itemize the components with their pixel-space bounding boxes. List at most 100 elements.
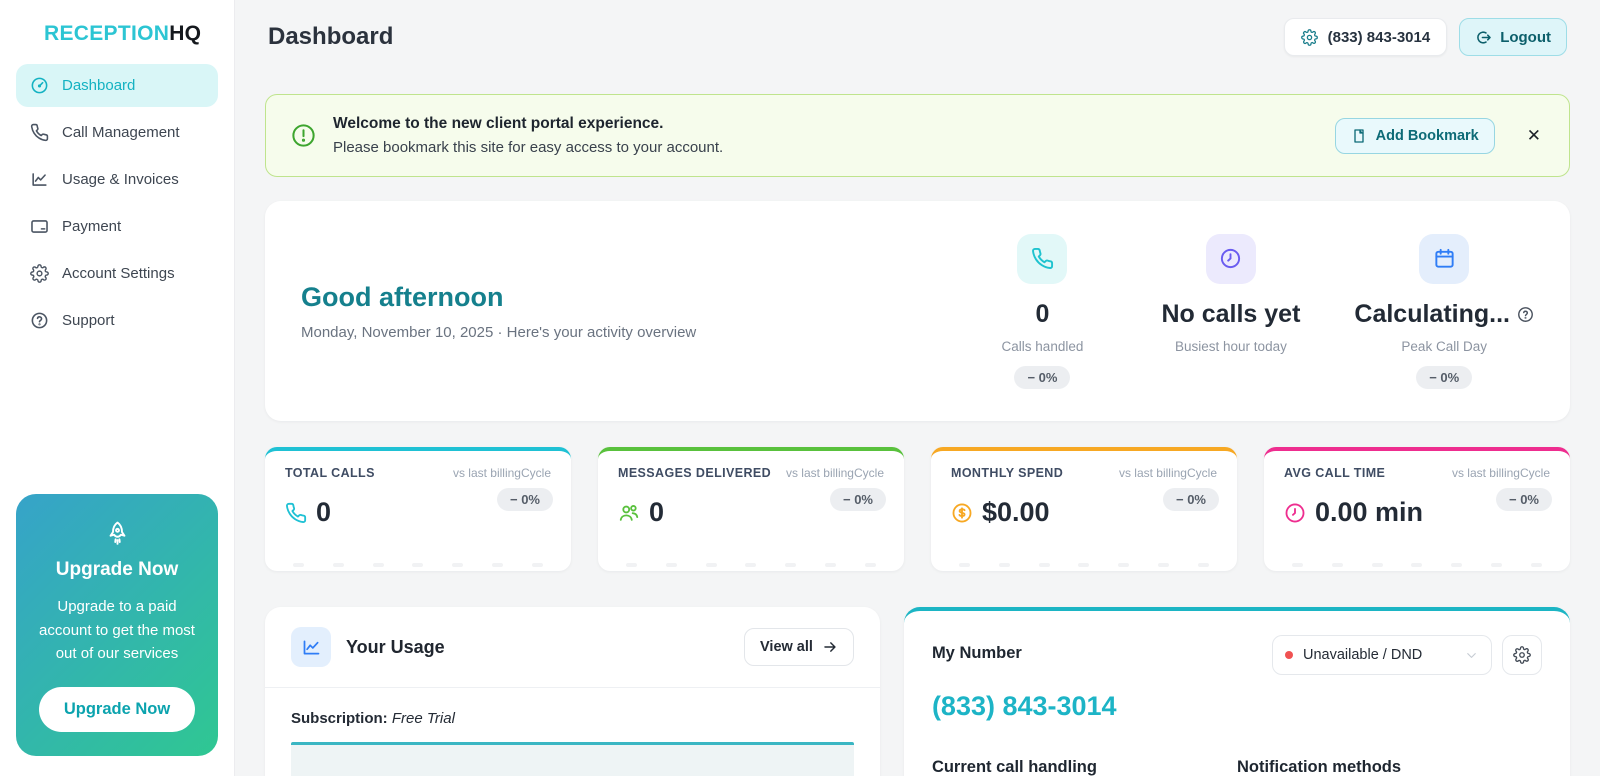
close-icon[interactable]: ✕ bbox=[1527, 126, 1541, 146]
stat-label: Peak Call Day bbox=[1401, 338, 1487, 354]
sidebar-item-label: Usage & Invoices bbox=[62, 171, 179, 188]
kpi-cards-row: TOTAL CALLS vs last billingCycle − 0% 0 … bbox=[265, 447, 1570, 571]
number-settings-button[interactable] bbox=[1502, 635, 1542, 675]
phone-icon bbox=[1017, 233, 1068, 284]
kpi-value: $0.00 bbox=[982, 497, 1050, 527]
my-number-header: My Number Unavailable / DND bbox=[932, 635, 1542, 675]
stat-value: Calculating... bbox=[1354, 300, 1534, 329]
my-phone-number: (833) 843-3014 bbox=[931, 691, 1117, 721]
kpi-value: 0 bbox=[649, 497, 665, 527]
kpi-card-total-calls: TOTAL CALLS vs last billingCycle − 0% 0 bbox=[265, 447, 571, 571]
my-number-title: My Number bbox=[931, 644, 1022, 662]
add-bookmark-button[interactable]: Add Bookmark bbox=[1334, 117, 1495, 154]
kpi-title: MONTHLY SPEND bbox=[951, 466, 1064, 480]
banner-title: Welcome to the new client portal experie… bbox=[333, 115, 664, 132]
banner-text: Welcome to the new client portal experie… bbox=[333, 115, 1319, 156]
greeting-subtitle: Monday, November 10, 2025 · Here's your … bbox=[301, 323, 697, 341]
bottom-cards-row: Your Usage View all Subscription: Free T… bbox=[265, 607, 1570, 776]
users-icon bbox=[618, 502, 640, 524]
upgrade-promo-card: Upgrade Now Upgrade to a paid account to… bbox=[16, 494, 218, 756]
sidebar-item-label: Account Settings bbox=[62, 265, 175, 282]
usage-card-body: Subscription: Free Trial bbox=[265, 688, 880, 776]
kpi-compare-label: vs last billingCycle bbox=[1118, 466, 1217, 480]
sidebar-item-usage-invoices[interactable]: Usage & Invoices bbox=[16, 158, 218, 201]
kpi-card-avg-call-time: AVG CALL TIME vs last billingCycle − 0% … bbox=[1264, 447, 1570, 571]
credit-card-icon bbox=[30, 217, 49, 236]
upgrade-now-button[interactable]: Upgrade Now bbox=[39, 687, 195, 732]
kpi-card-messages-delivered: MESSAGES DELIVERED vs last billingCycle … bbox=[598, 447, 904, 571]
gear-icon bbox=[1300, 28, 1318, 46]
kpi-title: MESSAGES DELIVERED bbox=[618, 466, 772, 480]
sparkline-placeholder bbox=[1292, 563, 1542, 567]
logout-button[interactable]: Logout bbox=[1459, 18, 1567, 56]
sidebar-item-support[interactable]: Support bbox=[16, 299, 218, 342]
sidebar-item-call-management[interactable]: Call Management bbox=[16, 111, 218, 154]
my-number-card: My Number Unavailable / DND (833) 843-30… bbox=[903, 607, 1570, 776]
rocket-icon bbox=[32, 520, 202, 547]
sidebar-item-label: Call Management bbox=[62, 124, 180, 141]
brand-logo-secondary: HQ bbox=[169, 22, 202, 45]
clock-icon bbox=[1205, 233, 1256, 284]
sidebar-item-label: Support bbox=[62, 312, 115, 329]
brand-logo-primary: RECEPTION bbox=[44, 22, 170, 45]
stat-label: Busiest hour today bbox=[1175, 338, 1287, 354]
subscription-label: Subscription: bbox=[291, 710, 388, 727]
greeting-stat-busiest-hour: No calls yet Busiest hour today bbox=[1161, 233, 1301, 354]
sidebar-item-account-settings[interactable]: Account Settings bbox=[16, 252, 218, 295]
bookmark-icon bbox=[1351, 128, 1367, 144]
notification-methods-heading: Notification methods bbox=[1236, 758, 1402, 776]
availability-status-value: Unavailable / DND bbox=[1303, 647, 1423, 663]
help-circle-icon[interactable] bbox=[1517, 306, 1534, 323]
sidebar-item-payment[interactable]: Payment bbox=[16, 205, 218, 248]
stat-value: No calls yet bbox=[1161, 299, 1301, 328]
kpi-compare-label: vs last billingCycle bbox=[1451, 466, 1550, 480]
kpi-value: 0 bbox=[316, 497, 332, 527]
kpi-card-monthly-spend: MONTHLY SPEND vs last billingCycle − 0% … bbox=[931, 447, 1237, 571]
greeting-stat-calls-handled: 0 Calls handled − 0% bbox=[977, 233, 1107, 389]
logout-label: Logout bbox=[1500, 28, 1551, 46]
kpi-compare-label: vs last billingCycle bbox=[452, 466, 551, 480]
clock-icon bbox=[1284, 502, 1306, 524]
stat-value: 0 bbox=[1035, 299, 1050, 328]
arrow-right-icon bbox=[822, 639, 838, 655]
sparkline-placeholder bbox=[293, 563, 543, 567]
gauge-icon bbox=[30, 76, 49, 95]
greeting-card: Good afternoon Monday, November 10, 2025… bbox=[265, 201, 1570, 421]
usage-card-title: Your Usage bbox=[346, 636, 445, 657]
gear-icon bbox=[30, 264, 49, 283]
greeting-text: Good afternoon Monday, November 10, 2025… bbox=[301, 282, 977, 341]
calendar-icon bbox=[1419, 233, 1470, 284]
sparkline-placeholder bbox=[959, 563, 1209, 567]
help-circle-icon bbox=[30, 311, 49, 330]
phone-icon bbox=[285, 502, 307, 524]
page-header: Dashboard (833) 843-3014 Logout bbox=[265, 0, 1570, 74]
kpi-title: AVG CALL TIME bbox=[1284, 466, 1386, 480]
usage-meter-placeholder bbox=[291, 742, 854, 776]
header-actions: (833) 843-3014 Logout bbox=[1283, 18, 1567, 56]
usage-card-header: Your Usage View all bbox=[265, 607, 880, 688]
sidebar-item-label: Payment bbox=[62, 218, 122, 235]
kpi-value: 0.00 min bbox=[1315, 497, 1424, 527]
chevron-down-icon bbox=[1464, 648, 1479, 663]
greeting-stat-peak-call-day: Calculating... Peak Call Day − 0% bbox=[1354, 233, 1534, 389]
brand-logo: RECEPTIONHQ bbox=[16, 20, 218, 64]
kpi-change-badge: − 0% bbox=[497, 488, 553, 511]
sidebar-item-dashboard[interactable]: Dashboard bbox=[16, 64, 218, 107]
view-all-label: View all bbox=[760, 639, 813, 655]
your-usage-card: Your Usage View all Subscription: Free T… bbox=[265, 607, 880, 776]
my-number-controls: Unavailable / DND bbox=[1272, 635, 1542, 675]
phone-icon bbox=[30, 123, 49, 142]
dollar-circle-icon bbox=[951, 502, 973, 524]
line-chart-icon bbox=[291, 627, 331, 667]
greeting-title: Good afternoon bbox=[301, 281, 504, 312]
kpi-change-badge: − 0% bbox=[1496, 488, 1552, 511]
sidebar: RECEPTIONHQ Dashboard Call Management Us… bbox=[0, 0, 235, 776]
view-all-button[interactable]: View all bbox=[744, 628, 854, 666]
account-phone-number: (833) 843-3014 bbox=[1327, 28, 1431, 46]
alert-circle-icon bbox=[290, 122, 317, 149]
gear-icon bbox=[1513, 646, 1531, 664]
availability-status-select[interactable]: Unavailable / DND bbox=[1272, 635, 1492, 675]
kpi-change-badge: − 0% bbox=[1163, 488, 1219, 511]
account-phone-button[interactable]: (833) 843-3014 bbox=[1283, 18, 1448, 56]
current-call-handling-heading: Current call handling bbox=[931, 758, 1097, 776]
